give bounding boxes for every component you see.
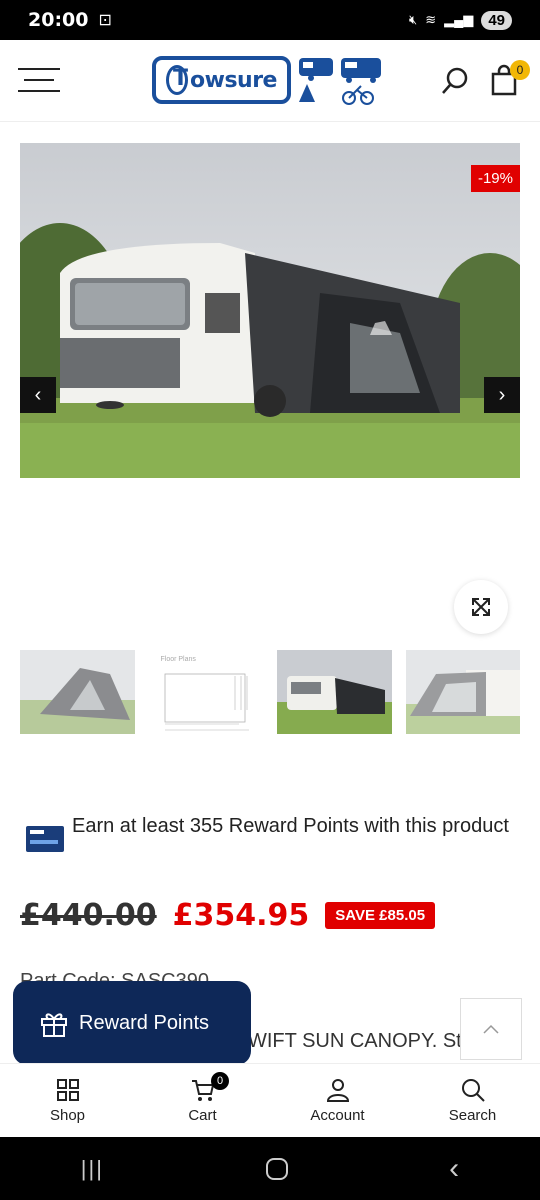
thumbnail-1[interactable]	[20, 650, 135, 734]
logo-text: owsure	[190, 67, 277, 93]
chevron-up-icon	[483, 1024, 499, 1034]
zoom-button[interactable]	[454, 580, 508, 634]
product-main-image[interactable]	[20, 143, 520, 478]
logo-wordmark: T owsure	[152, 56, 291, 104]
site-header: T owsure	[0, 40, 540, 122]
nav-shop[interactable]: Shop	[0, 1064, 135, 1137]
next-image-button[interactable]: ›	[484, 377, 520, 413]
thumbnail-4[interactable]	[405, 650, 520, 734]
original-price: £440.00	[20, 898, 157, 933]
home-icon[interactable]	[265, 1157, 288, 1180]
cart-badge: 0	[211, 1072, 229, 1090]
floor-plans-label: Floor Plans	[160, 656, 196, 663]
reward-points-label: Reward Points	[79, 1011, 210, 1034]
prev-image-button[interactable]: ‹	[20, 377, 56, 413]
expand-icon	[472, 598, 490, 616]
thumbnail-2-floorplan[interactable]: Floor Plans	[148, 650, 263, 734]
site-logo[interactable]: T owsure	[152, 54, 383, 106]
nav-search-label: Search	[448, 1107, 497, 1124]
system-navigation-bar: ||| ‹	[0, 1137, 540, 1200]
status-bar: 20:00 ⊡ 🔇︎ ≋ ▂▄▆ 49	[0, 0, 540, 40]
recents-icon[interactable]: |||	[81, 1156, 104, 1182]
price-row: £440.00 £354.95 SAVE £85.05	[20, 898, 436, 933]
nav-account-label: Account	[310, 1107, 365, 1124]
wifi-icon: ≋	[425, 12, 437, 27]
nav-cart-label: Cart	[188, 1107, 217, 1124]
mute-icon: 🔇︎	[408, 12, 418, 27]
chevron-left-icon: ‹	[34, 383, 42, 406]
thumbnail-3[interactable]	[277, 650, 392, 734]
reward-points-info: Earn at least 355 Reward Points with thi…	[26, 812, 516, 852]
loyalty-card-icon	[26, 826, 64, 852]
grid-icon	[56, 1079, 79, 1101]
menu-icon[interactable]	[18, 68, 60, 94]
chevron-right-icon: ›	[498, 383, 506, 406]
user-icon	[326, 1079, 349, 1102]
back-to-top-button[interactable]	[460, 998, 522, 1060]
signal-icon: ▂▄▆	[444, 12, 474, 27]
nav-cart[interactable]: 0 Cart	[135, 1064, 270, 1137]
save-badge: SAVE £85.05	[325, 902, 436, 929]
product-description-snippet: WIFT SUN CANOPY. Sty	[248, 1030, 468, 1052]
gift-icon	[41, 1013, 67, 1037]
nav-shop-label: Shop	[49, 1107, 86, 1124]
nav-search[interactable]: Search	[405, 1064, 540, 1137]
search-icon	[461, 1079, 485, 1102]
screenshot-icon: ⊡	[98, 12, 112, 29]
reward-points-button[interactable]: Reward Points	[13, 981, 251, 1065]
nav-account[interactable]: Account	[270, 1064, 405, 1137]
sale-price: £354.95	[172, 898, 310, 933]
back-icon[interactable]: ‹	[449, 1152, 459, 1186]
status-time: 20:00	[28, 9, 89, 31]
cart-count-badge: 0	[510, 60, 530, 80]
battery-indicator: 49	[481, 10, 512, 30]
discount-badge: -19%	[470, 165, 520, 192]
search-icon[interactable]	[440, 66, 470, 96]
camping-graphic-icon	[298, 58, 381, 105]
bottom-navigation: Shop 0 Cart Account Search	[0, 1063, 540, 1137]
thumbnail-strip: Floor Plans	[20, 650, 520, 740]
reward-points-text: Earn at least 355 Reward Points with thi…	[72, 815, 509, 837]
